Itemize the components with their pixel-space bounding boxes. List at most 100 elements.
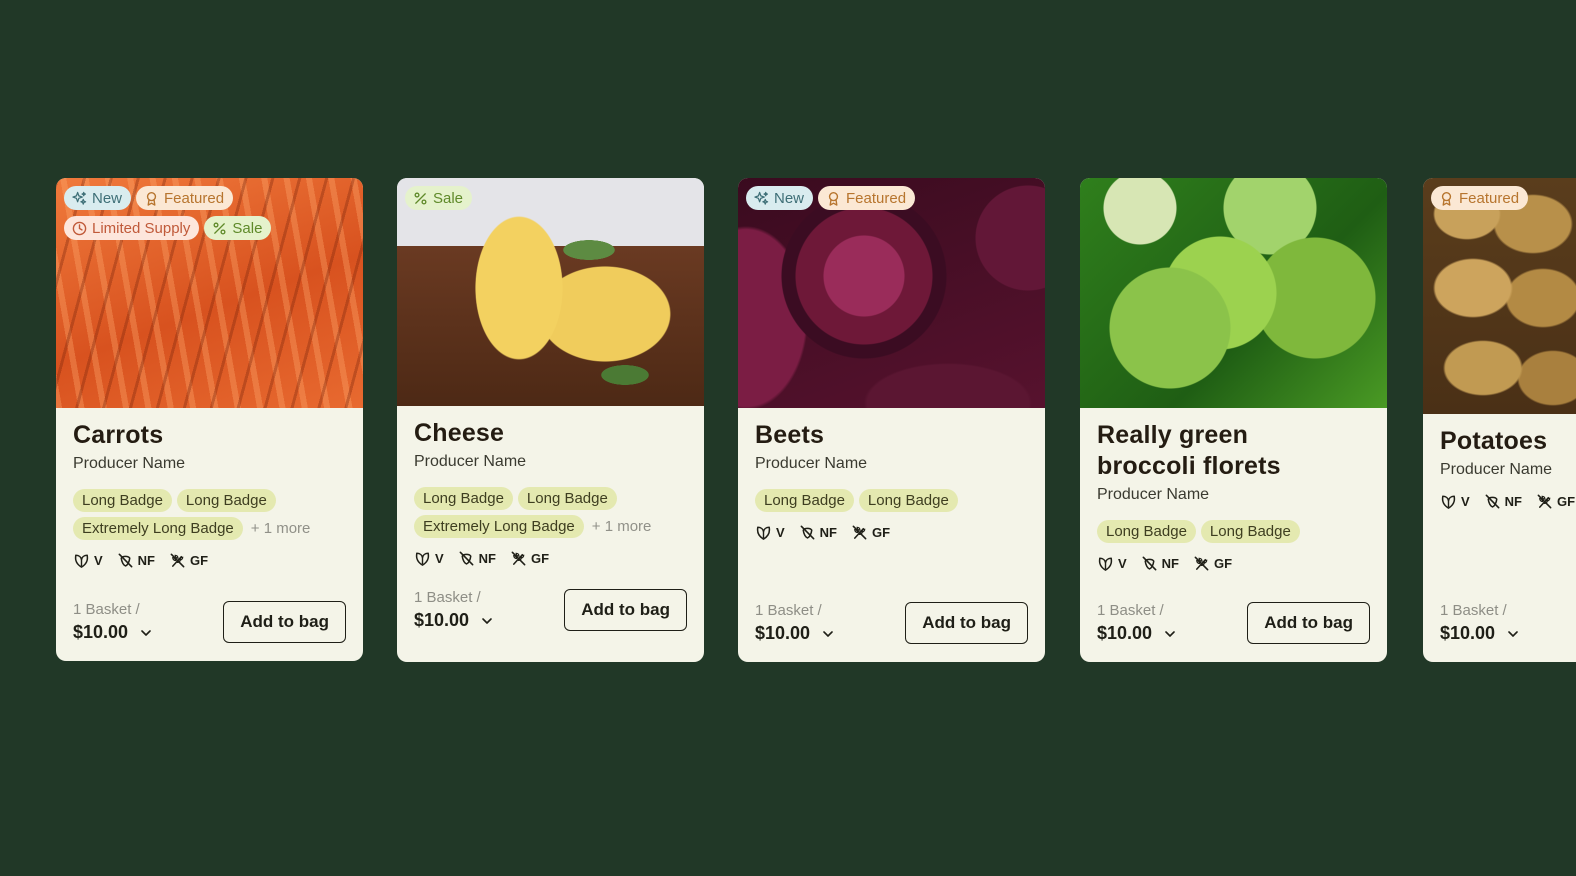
add-to-bag-button[interactable]: Add to bag [223,601,346,643]
featured-badge: Featured [136,186,234,210]
vegan-leaf-icon [1097,555,1114,572]
add-to-bag-button[interactable]: Add to bag [564,589,687,631]
producer-name[interactable]: Producer Name [1440,461,1566,479]
nut-free-label: NF [137,553,156,568]
gluten-free-icon [851,524,868,541]
chevron-down-icon[interactable] [822,628,834,640]
vegan-leaf-icon [73,552,90,569]
featured-badge: Featured [818,186,916,210]
broccoli-photo [1080,178,1387,408]
product-card-beets[interactable]: New Featured Beets Producer Name Long Ba… [738,178,1045,662]
card-body: Potatoes Producer Name V NF GF 1 Basket … [1423,414,1576,662]
vegan-indicator: V [73,552,103,569]
sparkle-icon [72,191,87,206]
nut-free-indicator: NF [1141,555,1179,572]
clock-icon [72,221,87,236]
more-tags-link[interactable]: + 1 more [251,520,311,537]
nut-free-indicator: NF [799,524,837,541]
tag-list: Long Badge Long Badge Extremely Long Bad… [73,489,346,540]
tag-chip: Long Badge [858,489,958,512]
price-select[interactable]: $10.00 [73,622,152,643]
sale-badge: Sale [204,216,272,240]
nut-free-indicator: NF [117,552,155,569]
card-footer: 1 Basket / $10.00 Add to bag [414,589,687,631]
product-title[interactable]: Really green broccoli florets [1097,408,1337,482]
chevron-down-icon[interactable] [481,615,493,627]
product-title[interactable]: Cheese [414,406,687,449]
chevron-down-icon[interactable] [1164,628,1176,640]
nut-free-icon [799,524,816,541]
product-image-potatoes: Featured [1423,178,1576,414]
nut-free-label: NF [1504,494,1523,509]
vegan-indicator: V [414,550,444,567]
card-body: Beets Producer Name Long Badge Long Badg… [738,408,1045,662]
product-image-beets: New Featured [738,178,1045,408]
gluten-free-indicator: GF [169,552,208,569]
producer-name[interactable]: Producer Name [414,453,687,471]
price-select[interactable]: $10.00 [1097,623,1176,644]
tag-chip: Long Badge [176,489,276,512]
chevron-down-icon[interactable] [140,627,152,639]
product-card-cheese[interactable]: Sale Cheese Producer Name Long Badge Lon… [397,178,704,662]
price-select[interactable]: $10.00 [414,610,493,631]
producer-name[interactable]: Producer Name [755,455,1028,473]
gluten-free-indicator: GF [1193,555,1232,572]
price-value: $10.00 [1097,623,1153,643]
limited-supply-badge-label: Limited Supply [92,219,191,237]
featured-badge-label: Featured [1459,189,1520,207]
tag-list: Long Badge Long Badge [1097,520,1370,543]
dietary-info: V NF GF [1097,555,1370,572]
nut-free-icon [1484,493,1501,510]
chevron-down-icon[interactable] [1507,628,1519,640]
product-title[interactable]: Carrots [73,408,346,451]
product-image-cheese: Sale [397,178,704,406]
percent-icon [212,221,227,236]
product-card-potatoes[interactable]: Featured Potatoes Producer Name V NF GF … [1423,178,1576,662]
product-title[interactable]: Beets [755,408,1028,451]
new-badge-label: New [92,189,123,207]
price-select[interactable]: $10.00 [1440,623,1519,644]
dietary-info: V NF GF [755,524,1028,541]
new-badge: New [64,186,132,210]
product-card-carrots[interactable]: New Featured Limited Supply Sale Carrots… [56,178,363,661]
nut-free-indicator: NF [1484,493,1522,510]
add-to-bag-button[interactable]: Add to bag [1247,602,1370,644]
vegan-label: V [1118,556,1127,571]
card-body: Carrots Producer Name Long Badge Long Ba… [56,408,363,661]
nut-free-label: NF [819,525,838,540]
unit-label: 1 Basket / [1440,602,1507,619]
percent-icon [413,191,428,206]
nut-free-icon [1141,555,1158,572]
award-icon [826,191,841,206]
product-card-broccoli[interactable]: Really green broccoli florets Producer N… [1080,178,1387,662]
limited-supply-badge: Limited Supply [64,216,200,240]
product-title[interactable]: Potatoes [1440,414,1566,457]
new-badge-label: New [774,189,805,207]
tag-chip: Long Badge [73,489,172,512]
card-body: Cheese Producer Name Long Badge Long Bad… [397,406,704,662]
nut-free-icon [458,550,475,567]
tag-list: Long Badge Long Badge [755,489,1028,512]
product-image-broccoli [1080,178,1387,408]
vegan-label: V [435,551,444,566]
card-footer: 1 Basket / $10.00 [1440,602,1519,644]
add-to-bag-button[interactable]: Add to bag [905,602,1028,644]
price-select[interactable]: $10.00 [755,623,834,644]
producer-name[interactable]: Producer Name [1097,486,1370,504]
vegan-label: V [776,525,785,540]
sale-badge: Sale [405,186,473,210]
producer-name[interactable]: Producer Name [73,455,346,473]
tag-chip: Long Badge [755,489,854,512]
gluten-free-icon [169,552,186,569]
sparkle-icon [754,191,769,206]
sale-badge-label: Sale [232,219,263,237]
card-body: Really green broccoli florets Producer N… [1080,408,1387,662]
vegan-label: V [1461,494,1470,509]
beets-photo [738,178,1045,408]
vegan-leaf-icon [414,550,431,567]
more-tags-link[interactable]: + 1 more [592,518,652,535]
nut-free-label: NF [1161,556,1180,571]
nut-free-label: NF [478,551,497,566]
tag-chip: Long Badge [1200,520,1300,543]
sale-badge-label: Sale [433,189,464,207]
